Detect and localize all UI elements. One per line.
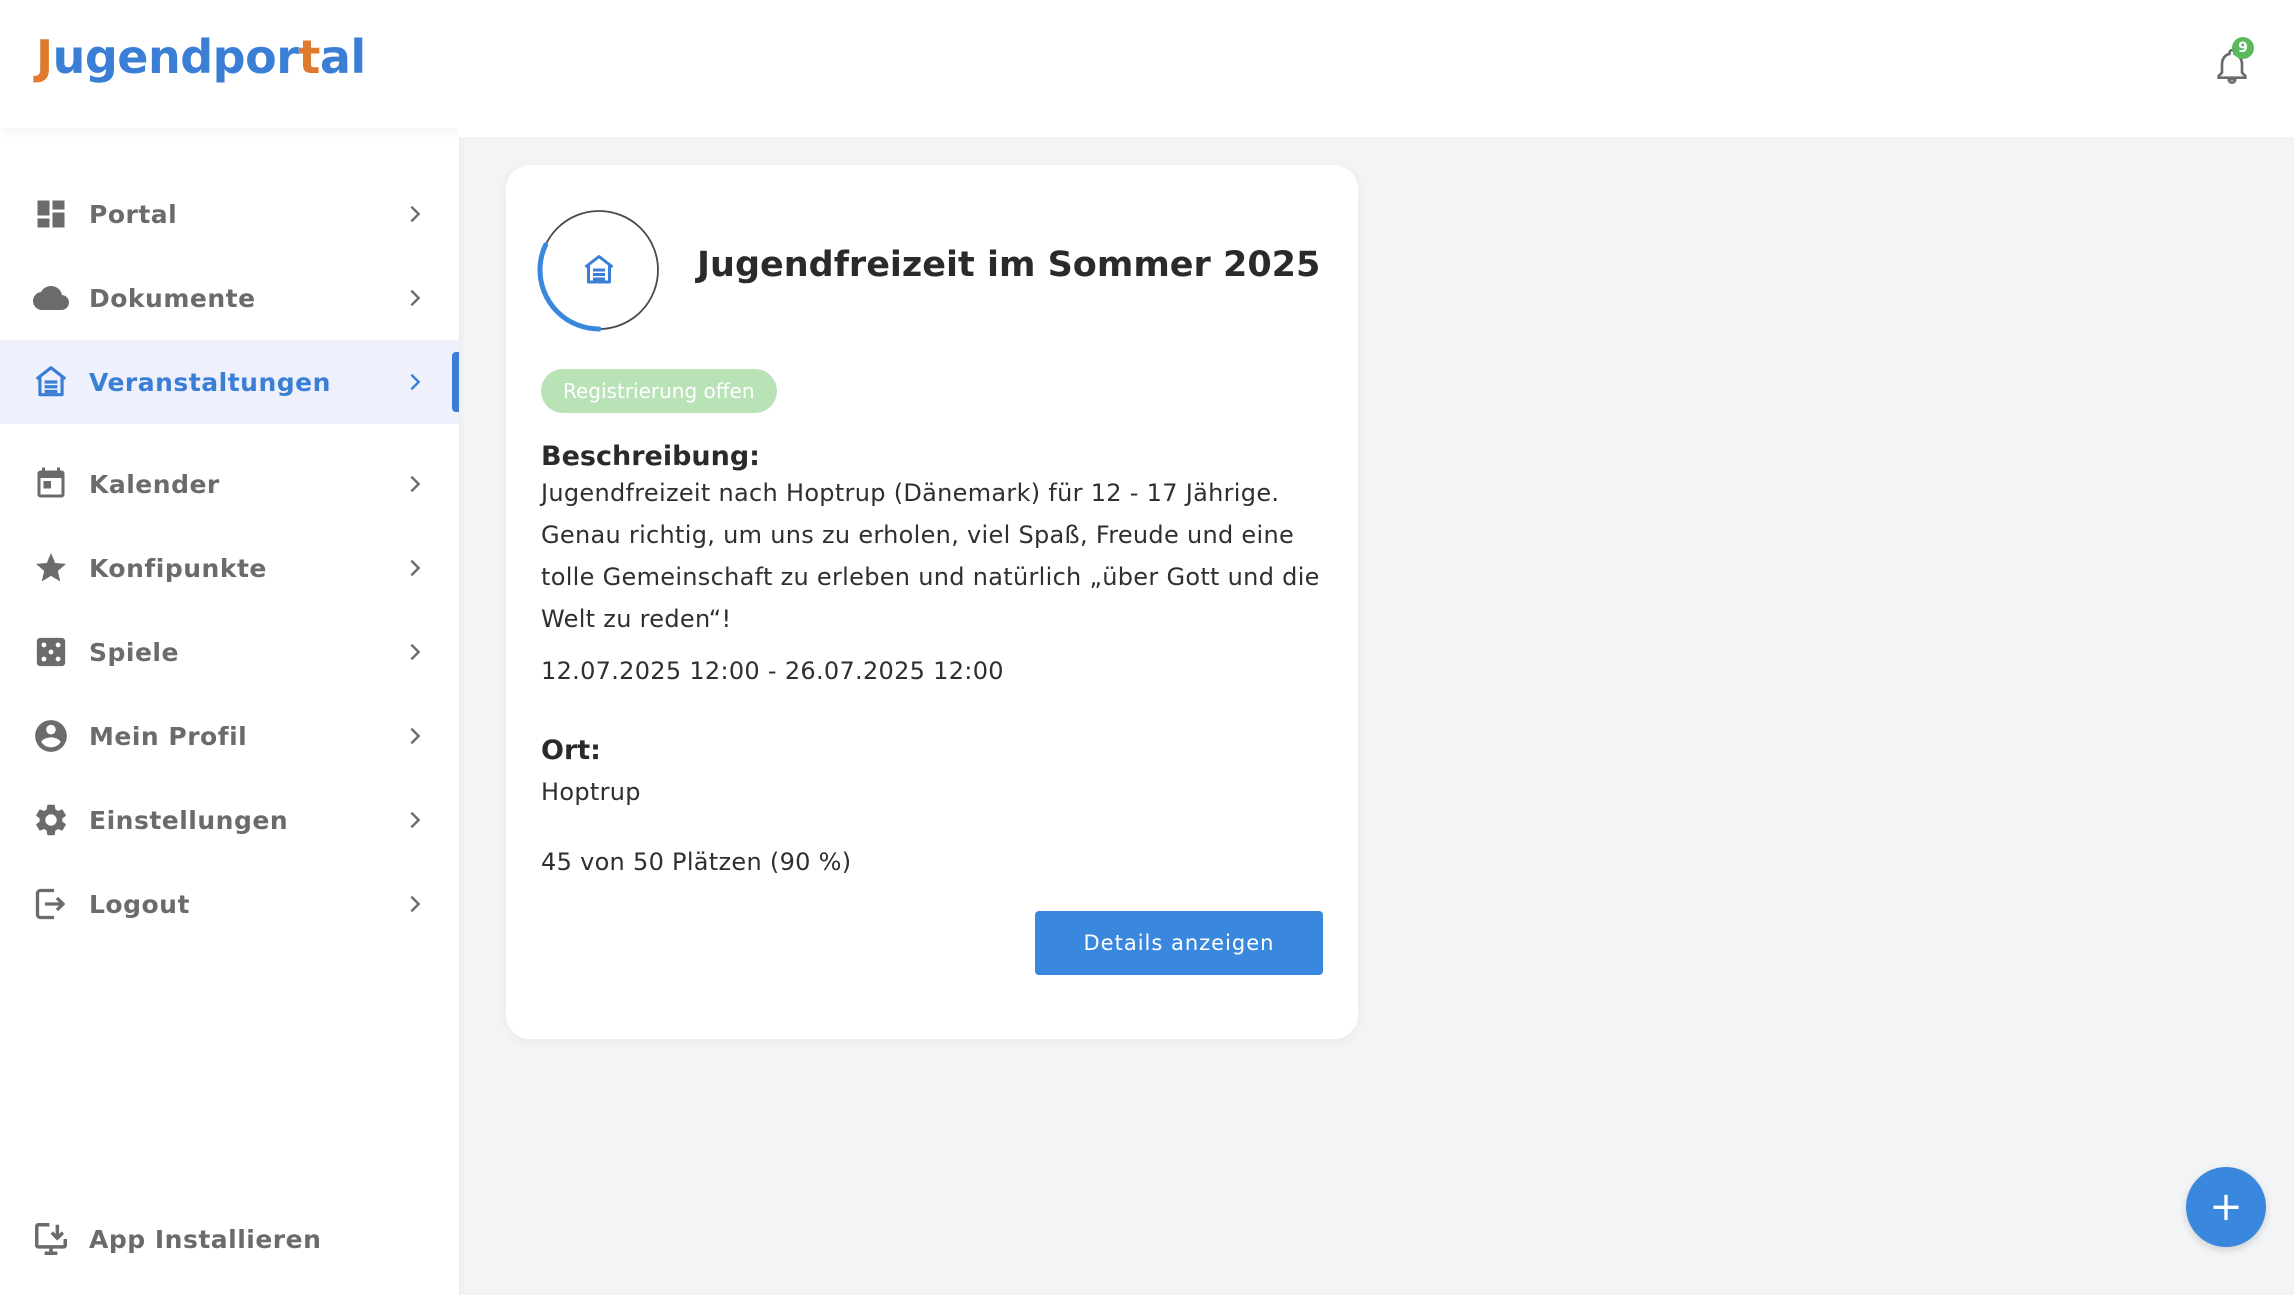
star-icon (32, 549, 70, 587)
event-card: Jugendfreizeit im Sommer 2025 Registrier… (506, 165, 1358, 1039)
status-badge: Registrierung offen (541, 369, 777, 413)
logo-cross: t (298, 30, 320, 84)
sidebar-item-label: Konfipunkte (89, 553, 267, 583)
event-house-icon (32, 363, 70, 401)
notification-count-badge: 9 (2232, 37, 2254, 59)
logo-text-2: al (319, 30, 366, 84)
install-app-label: App Installieren (89, 1224, 322, 1254)
sidebar-item-einstellungen[interactable]: Einstellungen (0, 778, 459, 862)
event-title: Jugendfreizeit im Sommer 2025 (697, 245, 1321, 285)
dashboard-icon (32, 195, 70, 233)
event-capacity: 45 von 50 Plätzen (90 %) (541, 848, 852, 876)
install-desktop-icon (32, 1220, 70, 1258)
sidebar-item-spiele[interactable]: Spiele (0, 610, 459, 694)
app-logo[interactable]: Jugendportal (36, 30, 366, 84)
sidebar-item-label: Portal (89, 199, 178, 229)
details-button[interactable]: Details anzeigen (1035, 911, 1323, 975)
sidebar-item-veranstaltungen[interactable]: Veranstaltungen (0, 340, 459, 424)
chevron-right-icon (410, 895, 421, 913)
sidebar-item-label: Spiele (89, 637, 179, 667)
dice-icon (32, 633, 70, 671)
chevron-right-icon (410, 373, 421, 391)
sidebar-item-label: Kalender (89, 469, 220, 499)
add-fab-button[interactable]: + (2186, 1167, 2266, 1247)
sidebar-item-logout[interactable]: Logout (0, 862, 459, 946)
sidebar-item-label: Dokumente (89, 283, 256, 313)
description-heading: Beschreibung: (541, 441, 760, 472)
event-date-range: 12.07.2025 12:00 - 26.07.2025 12:00 (541, 657, 1004, 685)
account-circle-icon (32, 717, 70, 755)
logo-area: Jugendportal (0, 0, 459, 128)
logo-letter-j: J (36, 30, 53, 84)
event-description: Jugendfreizeit nach Hoptrup (Dänemark) f… (541, 479, 1320, 633)
calendar-icon (32, 465, 70, 503)
sidebar-item-kalender[interactable]: Kalender (0, 442, 459, 526)
logo-text-1: ugendpor (52, 30, 299, 84)
install-app-button[interactable]: App Installieren (0, 1200, 459, 1278)
chevron-right-icon (410, 205, 421, 223)
cloud-icon (32, 279, 70, 317)
chevron-right-icon (410, 811, 421, 829)
top-bar (459, 0, 2294, 137)
sidebar-item-konfipunkte[interactable]: Konfipunkte (0, 526, 459, 610)
sidebar-item-label: Veranstaltungen (89, 367, 331, 397)
chevron-right-icon (410, 727, 421, 745)
chevron-right-icon (410, 475, 421, 493)
gear-icon (32, 801, 70, 839)
sidebar-item-label: Logout (89, 889, 190, 919)
sidebar-item-dokumente[interactable]: Dokumente (0, 256, 459, 340)
sidebar-item-mein-profil[interactable]: Mein Profil (0, 694, 459, 778)
chevron-right-icon (410, 643, 421, 661)
sidebar: Jugendportal Portal Dokumente Veranstalt… (0, 0, 459, 1295)
logout-icon (32, 885, 70, 923)
chevron-right-icon (410, 289, 421, 307)
sidebar-item-label: Einstellungen (89, 805, 289, 835)
location-heading: Ort: (541, 735, 601, 766)
plus-icon: + (2209, 1184, 2243, 1230)
sidebar-item-label: Mein Profil (89, 721, 248, 751)
event-location: Hoptrup (541, 778, 641, 806)
sidebar-item-portal[interactable]: Portal (0, 172, 459, 256)
event-progress-avatar (537, 208, 661, 332)
chevron-right-icon (410, 559, 421, 577)
